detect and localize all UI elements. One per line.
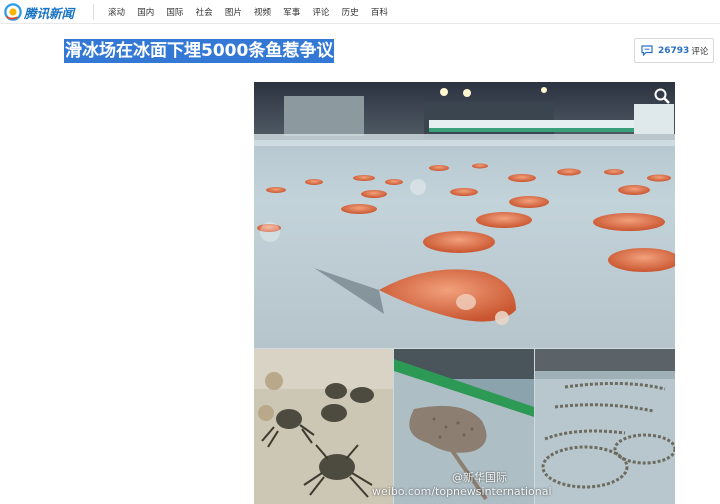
nav-item-scroll[interactable]: 滚动: [108, 6, 125, 18]
comment-icon: [641, 45, 653, 56]
logo-text: 腾讯新闻: [24, 5, 75, 21]
nav-item-history[interactable]: 历史: [342, 6, 359, 18]
watermark-url: weibo.com/topnewsinternational: [372, 485, 552, 498]
frozen-fish-circles-photo: [535, 349, 675, 504]
article-title: 滑冰场在冰面下埋5000条鱼惹争议: [64, 39, 335, 63]
comment-label: 评论: [691, 46, 709, 57]
article-header: 滑冰场在冰面下埋5000条鱼惹争议: [64, 39, 335, 65]
nav-item-international[interactable]: 国际: [166, 6, 183, 18]
comment-count-button[interactable]: 26793 评论: [634, 38, 714, 63]
ice-rink-fish-photo: [254, 82, 675, 348]
magnifier-icon[interactable]: [653, 87, 671, 105]
watermark-name: @新华国际: [452, 471, 507, 484]
top-navigation-bar: 腾讯新闻 滚动 国内 国际 社会 图片 视频 军事 评论 历史 百科: [0, 0, 720, 24]
channel-nav: 滚动 国内 国际 社会 图片 视频 军事 评论 历史 百科: [108, 0, 400, 24]
image-watermark: @新华国际 weibo.com/topnewsinternational: [372, 471, 552, 499]
comment-count: 26793: [658, 45, 690, 56]
nav-item-commentary[interactable]: 评论: [312, 6, 329, 18]
nav-item-pictures[interactable]: 图片: [225, 6, 242, 18]
nav-item-domestic[interactable]: 国内: [137, 6, 154, 18]
nav-item-encyclopedia[interactable]: 百科: [371, 6, 388, 18]
nav-item-society[interactable]: 社会: [196, 6, 213, 18]
article-photo[interactable]: @新华国际 weibo.com/topnewsinternational: [254, 82, 675, 504]
nav-divider: [93, 4, 94, 20]
nav-item-military[interactable]: 军事: [283, 6, 300, 18]
nav-item-video[interactable]: 视频: [254, 6, 271, 18]
tencent-news-logo[interactable]: 腾讯新闻: [4, 2, 74, 22]
tencent-logo-icon: [4, 3, 22, 21]
